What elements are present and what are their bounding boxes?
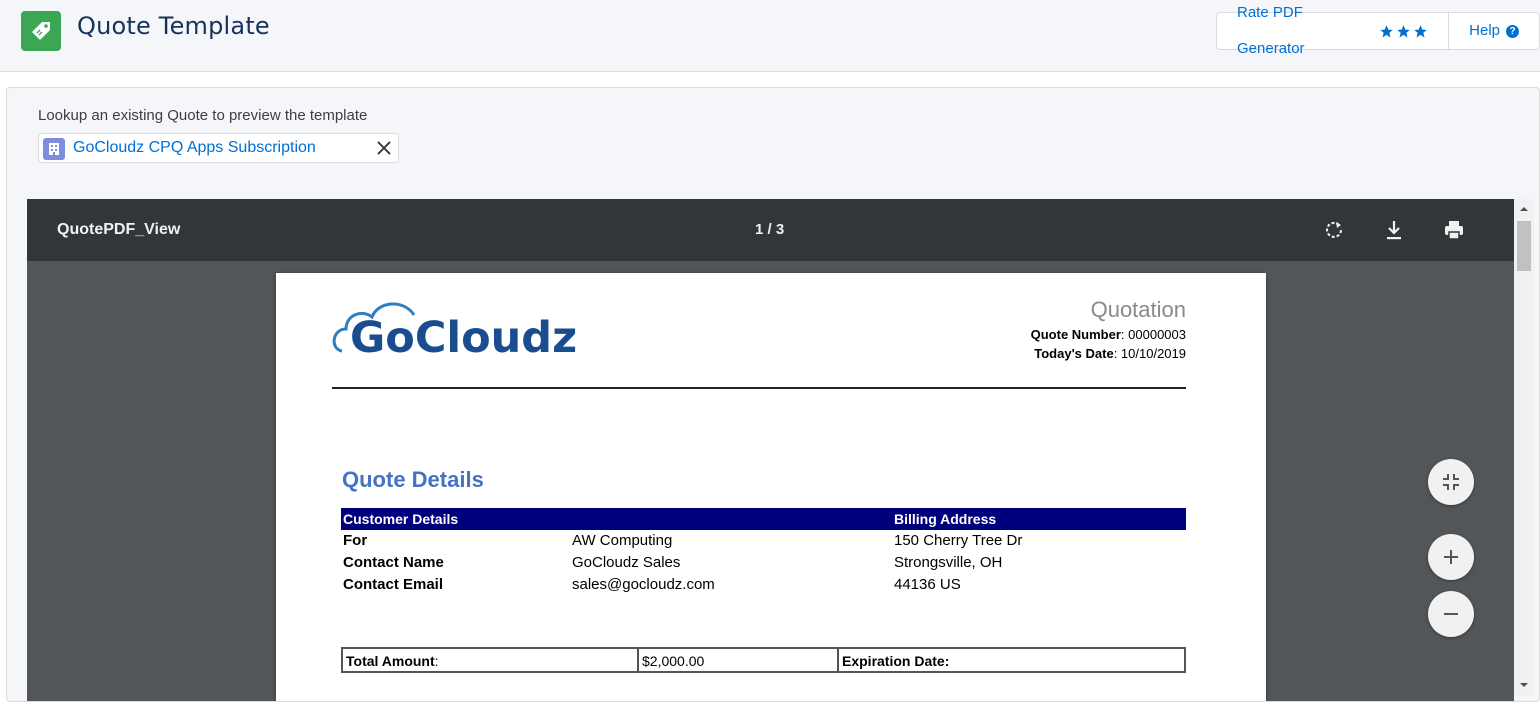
total-amount-label-cell: Total Amount: <box>343 649 639 671</box>
rating-stars <box>1379 24 1428 39</box>
today-date-value: : 10/10/2019 <box>1113 346 1186 361</box>
zoom-out-button[interactable] <box>1428 591 1474 637</box>
totals-table: Total Amount: $2,000.00 Expiration Date: <box>341 647 1186 673</box>
page-header: Quote Template Rate PDF Generator Help ? <box>0 0 1540 72</box>
rotate-icon[interactable] <box>1322 218 1346 242</box>
row-label-for: For <box>343 532 368 549</box>
minus-icon <box>1444 613 1458 615</box>
scroll-up-arrow-icon[interactable] <box>1514 201 1534 217</box>
help-button[interactable]: Help ? <box>1448 13 1539 49</box>
collapse-icon <box>1443 474 1459 490</box>
star-icon <box>1414 24 1427 37</box>
quote-number-label: Quote Number <box>1030 327 1121 342</box>
price-tag-icon <box>21 11 61 51</box>
plus-icon <box>1444 550 1458 564</box>
total-amount-label: Total Amount <box>346 653 435 669</box>
star-icon <box>1397 24 1410 37</box>
address-line-2: Strongsville, OH <box>894 554 1003 571</box>
building-icon <box>43 138 65 160</box>
today-date-line: Today's Date: 10/10/2019 <box>1034 346 1186 361</box>
row-label-contact-email: Contact Email <box>343 576 444 593</box>
pdf-page: GoCloudz Quotation Quote Number: 0000000… <box>276 273 1266 701</box>
gocloudz-logo: GoCloudz <box>332 293 592 363</box>
zoom-in-button[interactable] <box>1428 534 1474 580</box>
preview-panel: Lookup an existing Quote to preview the … <box>6 87 1540 702</box>
quote-number-value: : 00000003 <box>1120 327 1186 342</box>
pdf-toolbar: QuotePDF_View 1 / 3 <box>27 199 1514 261</box>
address-line-3: 44136 US <box>894 576 961 593</box>
billing-address-label: Billing Address <box>894 511 997 527</box>
header-button-group: Rate PDF Generator Help ? <box>1216 4 1540 57</box>
row-label-contact-name: Contact Name <box>343 554 444 571</box>
selected-quote-name[interactable]: GoCloudz CPQ Apps Subscription <box>73 139 316 157</box>
question-circle-icon: ? <box>1506 24 1519 38</box>
address-line-1: 150 Cherry Tree Dr <box>894 532 1023 549</box>
page-title: Quote Template <box>77 12 270 40</box>
customer-details-label: Customer Details <box>343 511 459 527</box>
expiration-date-label: Expiration Date: <box>842 653 950 669</box>
total-amount-colon: : <box>434 653 439 669</box>
quote-details-title: Quote Details <box>342 467 484 492</box>
row-value-for: AW Computing <box>572 532 673 549</box>
logo-text: GoCloudz <box>350 313 578 363</box>
star-icon <box>1380 24 1393 37</box>
pdf-page-indicator: 1 / 3 <box>755 221 785 238</box>
help-label: Help <box>1469 22 1500 39</box>
quotation-heading: Quotation <box>1090 297 1186 322</box>
lookup-label: Lookup an existing Quote to preview the … <box>38 107 368 124</box>
print-icon[interactable] <box>1442 218 1466 242</box>
row-value-contact-email: sales@gocloudz.com <box>572 576 715 593</box>
total-amount-value: $2,000.00 <box>639 649 839 671</box>
pdf-document-name: QuotePDF_View <box>57 221 181 238</box>
today-date-label: Today's Date <box>1034 346 1114 361</box>
page-scrollbar[interactable] <box>1514 199 1534 696</box>
close-icon[interactable] <box>374 138 394 158</box>
rate-pdf-generator-button[interactable]: Rate PDF Generator <box>1217 4 1448 57</box>
fit-to-page-button[interactable] <box>1428 459 1474 505</box>
rate-label: Rate PDF Generator <box>1237 4 1305 57</box>
row-value-contact-name: GoCloudz Sales <box>572 554 681 571</box>
pdf-viewer: QuotePDF_View 1 / 3 GoCloudz Quotation Q… <box>27 199 1514 701</box>
quote-lookup-pill[interactable]: GoCloudz CPQ Apps Subscription <box>38 133 399 163</box>
header-divider <box>332 387 1186 389</box>
scroll-down-arrow-icon[interactable] <box>1514 677 1534 693</box>
quote-number-line: Quote Number: 00000003 <box>1031 327 1186 342</box>
download-icon[interactable] <box>1382 218 1406 242</box>
scroll-thumb[interactable] <box>1517 221 1531 271</box>
customer-details-header: Customer Details Billing Address <box>341 508 1186 530</box>
